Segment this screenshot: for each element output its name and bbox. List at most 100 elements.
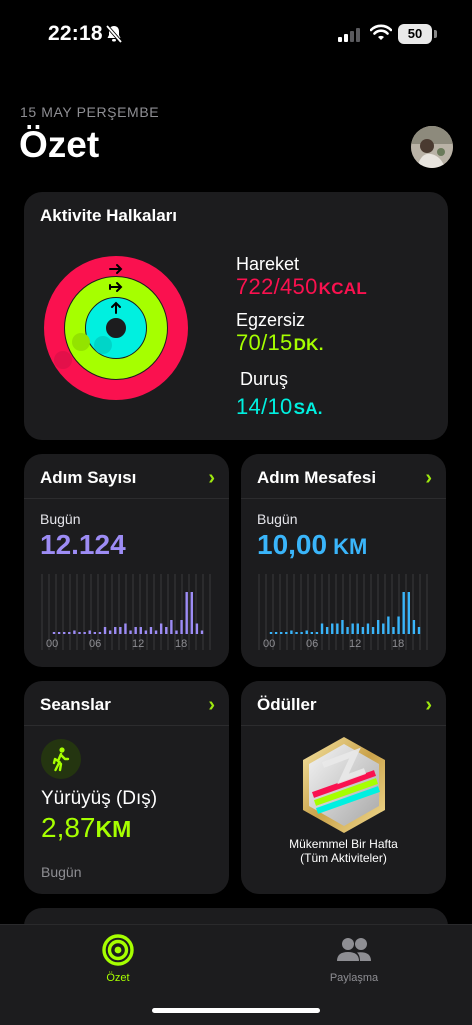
distance-bar xyxy=(382,623,385,634)
distance-bar xyxy=(274,632,278,634)
distance-value-number: 10,00 xyxy=(257,529,328,560)
distance-bar xyxy=(269,632,273,634)
chevron-right-icon[interactable]: › xyxy=(208,468,215,488)
distance-bar xyxy=(290,630,293,634)
step-bar xyxy=(159,623,163,634)
step-distance-card[interactable]: Adım Mesafesi › Bugün 10,00 KM 00 06 12 1… xyxy=(241,454,446,667)
step-bar xyxy=(78,632,81,634)
distance-bar xyxy=(407,592,410,634)
distance-axis-label-12: 12 xyxy=(349,638,362,650)
step-bar xyxy=(108,630,112,634)
step-bar xyxy=(129,630,132,634)
step-today-label: Bugün xyxy=(40,511,81,527)
battery-cap xyxy=(434,30,437,38)
tab-sharing[interactable]: Paylaşma xyxy=(294,933,414,984)
distance-bar xyxy=(361,627,365,634)
awards-card[interactable]: Ödüller › Mükemmel Bir Hafta (Tüm Aktivi… xyxy=(241,681,446,894)
page-title: Özet xyxy=(19,124,100,165)
tab-summary-label: Özet xyxy=(106,972,130,984)
step-count-card[interactable]: Adım Sayısı › Bugün 12.124 00 06 12 18 xyxy=(24,454,229,667)
distance-bar xyxy=(387,616,390,634)
step-bar xyxy=(119,627,122,634)
step-bar xyxy=(68,632,71,634)
distance-axis-label-00: 00 xyxy=(263,638,276,650)
activity-rings-card[interactable]: Aktivite Halkaları Hareket 722/450KCAL E… xyxy=(24,192,448,440)
step-axis-label-12: 12 xyxy=(132,638,145,650)
step-bar xyxy=(57,632,61,634)
wifi-icon xyxy=(369,24,393,46)
distance-bar xyxy=(285,632,288,634)
chevron-right-icon[interactable]: › xyxy=(208,695,215,715)
step-bar xyxy=(180,620,183,634)
step-bar xyxy=(165,627,168,634)
stand-value: 14/10SA. xyxy=(236,394,323,420)
exercise-label: Egzersiz xyxy=(236,310,306,330)
step-bar xyxy=(98,632,102,634)
step-bar xyxy=(103,627,107,634)
stand-unit: SA. xyxy=(293,399,323,418)
distance-bar xyxy=(417,627,421,634)
distance-bar xyxy=(280,632,283,634)
award-name-line2: (Tüm Aktiviteler) xyxy=(300,851,387,865)
distance-today-label: Bugün xyxy=(257,511,298,527)
move-label: Hareket xyxy=(236,254,300,274)
status-bar: 22:18 50 xyxy=(0,0,472,70)
stand-value-number: 14/10 xyxy=(236,394,293,419)
move-value: 722/450KCAL xyxy=(236,274,367,300)
distance-bar xyxy=(320,623,324,634)
profile-avatar[interactable] xyxy=(411,126,453,168)
chevron-right-icon[interactable]: › xyxy=(425,468,432,488)
distance-bar xyxy=(346,627,349,634)
step-bar xyxy=(63,632,66,634)
divider xyxy=(241,725,446,726)
session-distance-number: 2,87 xyxy=(41,812,96,843)
step-bar xyxy=(149,627,153,634)
bell-muted-icon xyxy=(105,24,123,48)
step-count-value: 12.124 xyxy=(40,529,126,560)
distance-bar xyxy=(341,620,344,634)
distance-bar xyxy=(351,623,354,634)
step-bar xyxy=(124,623,127,634)
exercise-value-number: 70/15 xyxy=(236,330,293,355)
step-axis-label-18: 18 xyxy=(175,638,188,650)
distance-bar xyxy=(412,620,416,634)
distance-bar xyxy=(336,623,339,634)
awards-title: Ödüller xyxy=(257,695,317,714)
exercise-unit: DK. xyxy=(293,335,324,354)
step-bar xyxy=(175,630,178,634)
activity-rings-tab-icon xyxy=(102,934,134,966)
distance-bar xyxy=(397,616,400,634)
chevron-right-icon[interactable]: › xyxy=(425,695,432,715)
distance-bar xyxy=(300,632,303,634)
divider xyxy=(24,498,229,499)
step-axis-label-00: 00 xyxy=(46,638,59,650)
step-bar xyxy=(134,627,137,634)
session-activity-name: Yürüyüş (Dış) xyxy=(41,788,158,809)
distance-value: 10,00 KM xyxy=(257,529,367,561)
step-bar xyxy=(185,592,188,634)
distance-bar xyxy=(295,632,298,634)
distance-bar xyxy=(376,620,380,634)
tab-summary[interactable]: Özet xyxy=(58,933,178,984)
distance-axis-label-06: 06 xyxy=(306,638,319,650)
activity-rings-title: Aktivite Halkaları xyxy=(40,206,178,225)
distance-bar xyxy=(371,627,375,634)
sessions-card[interactable]: Seanslar › Yürüyüş (Dış) 2,87KM Bugün xyxy=(24,681,229,894)
date-label: 15 MAY PERŞEMBE xyxy=(20,104,160,120)
step-bar xyxy=(88,630,91,634)
session-distance: 2,87KM xyxy=(41,812,131,844)
step-bar xyxy=(170,620,173,634)
exercise-value: 70/15DK. xyxy=(236,330,324,356)
step-bar xyxy=(93,632,97,634)
activity-rings-chart xyxy=(44,256,188,400)
distance-axis-label-18: 18 xyxy=(392,638,405,650)
step-bar xyxy=(195,623,199,634)
distance-bar xyxy=(402,592,405,634)
walking-icon xyxy=(41,739,81,779)
distance-bar xyxy=(315,632,319,634)
status-time: 22:18 xyxy=(48,22,103,45)
step-bar xyxy=(52,632,56,634)
step-bar xyxy=(190,592,193,634)
cellular-signal-icon xyxy=(338,28,362,47)
distance-bar xyxy=(331,623,334,634)
